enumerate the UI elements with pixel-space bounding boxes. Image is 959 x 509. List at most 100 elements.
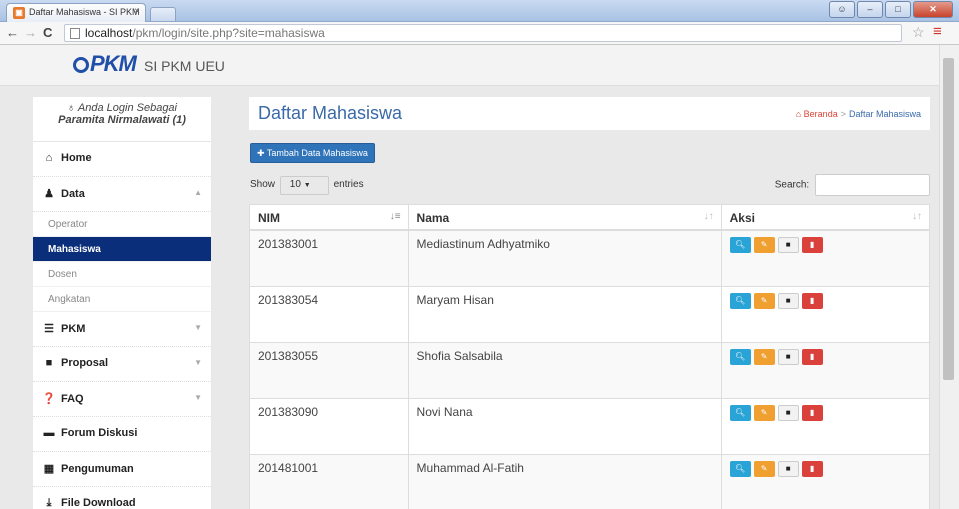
sidebar-item-proposal[interactable]: ■ Proposal ▼ (33, 347, 211, 382)
column-header-aksi[interactable]: Aksi ↓↑ (722, 205, 929, 229)
search-icon: 🔍︎ (735, 464, 746, 473)
view-button[interactable]: 🔍︎ (729, 293, 751, 309)
forward-arrow-icon[interactable]: → (24, 25, 37, 41)
login-label: ♁ Anda Login Sebagai (67, 102, 177, 114)
sidebar-subitem-operator[interactable]: Operator (33, 212, 211, 237)
cell-aksi: 🔍︎ ✎ ■ ▮ (722, 399, 929, 454)
lock-button[interactable]: ■ (777, 461, 799, 477)
sidebar-subitem-dosen[interactable]: Dosen (33, 262, 211, 287)
cell-aksi: 🔍︎ ✎ ■ ▮ (722, 287, 929, 342)
user-icon-button[interactable]: ☺ (829, 1, 855, 18)
tab-close-icon[interactable]: × (134, 6, 140, 17)
sidebar-item-pkm[interactable]: ☰ PKM ▼ (33, 312, 211, 347)
delete-button[interactable]: ▮ (801, 293, 823, 309)
browser-menu-icon[interactable]: ≡ (933, 23, 942, 40)
sidebar-item-faq[interactable]: ❓ FAQ ▼ (33, 382, 211, 417)
download-icon: ⤓ (46, 497, 52, 509)
lock-icon: ■ (785, 408, 791, 417)
home-icon: ⌂ (795, 109, 802, 119)
cell-nim: 201383090 (250, 399, 409, 454)
trash-icon: ▮ (809, 296, 815, 305)
lock-button[interactable]: ■ (777, 349, 799, 365)
scrollbar-thumb[interactable] (943, 58, 954, 380)
cell-nama: Novi Nana (409, 399, 722, 454)
view-button[interactable]: 🔍︎ (729, 349, 751, 365)
site-logo[interactable]: PKM (73, 51, 137, 77)
edit-button[interactable]: ✎ (753, 293, 775, 309)
chevron-up-icon: ▲ (194, 188, 202, 197)
table-row: 201481001 Muhammad Al-Fatih 🔍︎ ✎ ■ ▮ (250, 455, 929, 509)
close-window-button[interactable]: ✕ (913, 1, 953, 18)
delete-button[interactable]: ▮ (801, 237, 823, 253)
browser-titlebar: ▣ Daftar Mahasiswa - SI PKM × ☺ – □ ✕ (0, 0, 959, 22)
add-mahasiswa-button[interactable]: ✚ Tambah Data Mahasiswa (250, 143, 375, 163)
bookmark-star-icon[interactable]: ☆ (912, 24, 925, 41)
pencil-icon: ✎ (760, 240, 768, 249)
table-row: 201383055 Shofia Salsabila 🔍︎ ✎ ■ ▮ (250, 343, 929, 399)
cell-nama: Mediastinum Adhyatmiko (409, 231, 722, 286)
cell-nim: 201383001 (250, 231, 409, 286)
url-host: localhost (85, 26, 133, 40)
search-input[interactable] (815, 174, 930, 196)
page-title: Daftar Mahasiswa (258, 103, 403, 123)
delete-button[interactable]: ▮ (801, 349, 823, 365)
new-tab-button[interactable] (150, 7, 176, 21)
pencil-icon: ✎ (760, 408, 768, 417)
sidebar-item-label: Pengumuman (61, 463, 134, 475)
maximize-button[interactable]: □ (885, 1, 911, 18)
sidebar-item-data[interactable]: ♟ Data ▲ (33, 177, 211, 212)
delete-button[interactable]: ▮ (801, 461, 823, 477)
cell-nim: 201383054 (250, 287, 409, 342)
search-icon: 🔍︎ (735, 296, 746, 305)
sidebar-item-file-download[interactable]: ⤓ File Download (33, 487, 211, 509)
lock-icon: ■ (785, 240, 791, 249)
edit-button[interactable]: ✎ (753, 349, 775, 365)
search-control: Search: (775, 174, 930, 196)
cell-nama: Maryam Hisan (409, 287, 722, 342)
view-button[interactable]: 🔍︎ (729, 405, 751, 421)
lock-button[interactable]: ■ (777, 405, 799, 421)
delete-button[interactable]: ▮ (801, 405, 823, 421)
edit-button[interactable]: ✎ (753, 237, 775, 253)
table-row: 201383001 Mediastinum Adhyatmiko 🔍︎ ✎ ■ … (250, 231, 929, 287)
lock-icon: ■ (785, 464, 791, 473)
sidebar: ♁ Anda Login Sebagai Paramita Nirmalawat… (33, 97, 211, 509)
sidebar-item-label: Home (61, 152, 92, 164)
sidebar-item-label: Forum Diskusi (61, 427, 138, 439)
lock-icon: ■ (785, 352, 791, 361)
sidebar-subitem-angkatan[interactable]: Angkatan (33, 287, 211, 312)
favicon-icon: ▣ (13, 7, 25, 19)
reload-icon[interactable]: C (43, 25, 52, 41)
cell-aksi: 🔍︎ ✎ ■ ▮ (722, 455, 929, 509)
breadcrumb-home[interactable]: ⌂ Beranda (796, 109, 838, 119)
url-input[interactable]: localhost/pkm/login/site.php?site=mahasi… (64, 24, 902, 42)
view-button[interactable]: 🔍︎ (729, 461, 751, 477)
sidebar-item-label: File Download (61, 497, 136, 509)
breadcrumb-current[interactable]: Daftar Mahasiswa (849, 109, 921, 119)
address-bar: ← → C localhost/pkm/login/site.php?site=… (0, 22, 959, 45)
view-button[interactable]: 🔍︎ (729, 237, 751, 253)
mahasiswa-table: NIM ↓≡ Nama ↓↑ Aksi ↓↑ 201383001 Mediastinu… (249, 204, 930, 509)
column-header-nama[interactable]: Nama ↓↑ (409, 205, 722, 229)
sort-icon[interactable]: ↓↑ (704, 211, 714, 222)
sidebar-item-home[interactable]: ⌂ Home (33, 142, 211, 177)
back-arrow-icon[interactable]: ← (6, 25, 19, 41)
sidebar-subitem-mahasiswa[interactable]: Mahasiswa (33, 237, 211, 262)
tab-title: Daftar Mahasiswa - SI PKM (29, 7, 140, 17)
lock-button[interactable]: ■ (777, 237, 799, 253)
edit-button[interactable]: ✎ (753, 461, 775, 477)
entries-length-control: Show 10 ▼ entries (250, 176, 364, 195)
edit-button[interactable]: ✎ (753, 405, 775, 421)
entries-select[interactable]: 10 ▼ (279, 176, 329, 195)
minimize-button[interactable]: – (857, 1, 883, 18)
home-icon: ⌂ (45, 152, 53, 164)
lock-button[interactable]: ■ (777, 293, 799, 309)
browser-tab[interactable]: ▣ Daftar Mahasiswa - SI PKM × (6, 3, 146, 22)
site-title[interactable]: SI PKM UEU (144, 58, 225, 74)
column-header-nim[interactable]: NIM ↓≡ (250, 205, 409, 229)
sidebar-item-pengumuman[interactable]: ▦ Pengumuman (33, 452, 211, 487)
cell-aksi: 🔍︎ ✎ ■ ▮ (722, 343, 929, 398)
sort-asc-icon[interactable]: ↓≡ (390, 211, 401, 222)
sort-icon[interactable]: ↓↑ (912, 211, 922, 222)
sidebar-item-forum-diskusi[interactable]: ▬ Forum Diskusi (33, 417, 211, 452)
